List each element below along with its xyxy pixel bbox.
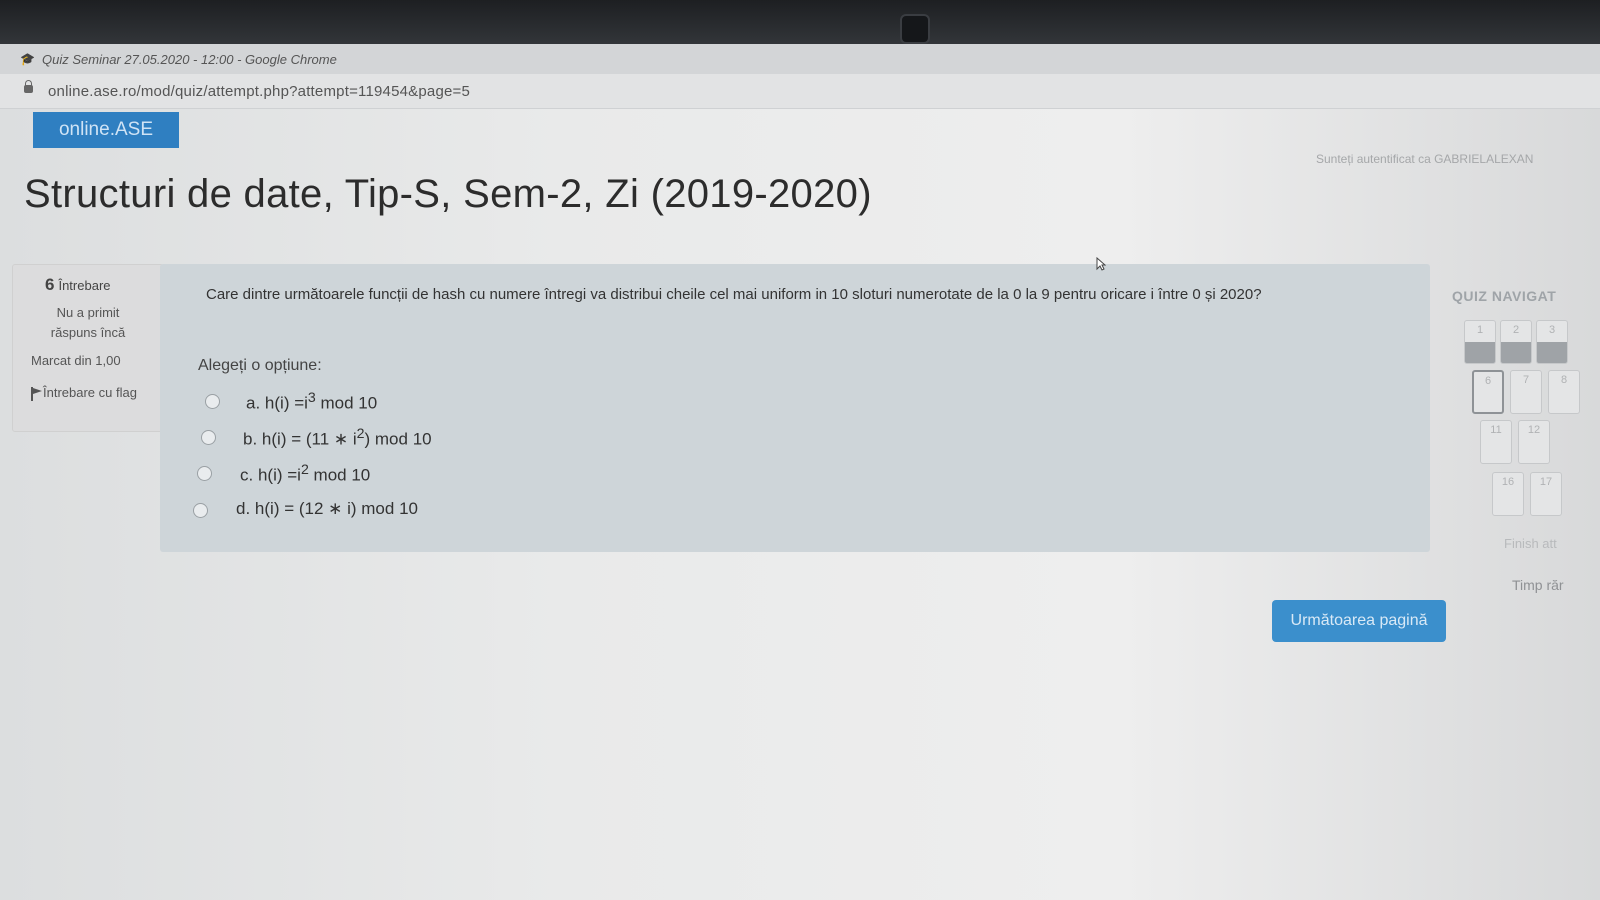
site-logo-button[interactable]: online.ASE (33, 112, 179, 148)
nav-question-2[interactable]: 2 (1500, 320, 1532, 364)
time-remaining-label: Timp răr (1512, 577, 1564, 593)
nav-question-8[interactable]: 8 (1548, 370, 1580, 414)
next-page-button[interactable]: Următoarea pagină (1272, 600, 1446, 642)
option-formula: h(i) =i (264, 393, 308, 413)
question-text: Care dintre următoarele funcții de hash … (206, 286, 1262, 303)
choose-option-prompt: Alegeți o opțiune: (198, 357, 322, 374)
option-formula: h(i) = (12 ∗ i) mod 10 (254, 499, 418, 518)
option-formula-tail: ) mod 10 (364, 429, 432, 449)
finish-attempt-link[interactable]: Finish att (1504, 536, 1557, 551)
flag-question-link[interactable]: Întrebare cu flag (25, 383, 155, 403)
quiz-navigation-title: QUIZ NAVIGAT (1452, 288, 1557, 304)
laptop-bezel (0, 0, 1600, 48)
moodle-hat-icon: 🎓 (20, 52, 35, 66)
nav-question-7[interactable]: 7 (1510, 370, 1542, 414)
option-a-radio[interactable] (205, 394, 220, 409)
url-text[interactable]: online.ase.ro/mod/quiz/attempt.php?attem… (48, 83, 470, 100)
option-formula: h(i) = (11 ∗ i (261, 429, 357, 449)
question-number-value: 6 (45, 275, 55, 294)
option-letter: a. (246, 393, 261, 413)
option-c-label[interactable]: c. h(i) =i2 mod 10 (240, 462, 370, 486)
browser-title-bar: 🎓 Quiz Seminar 27.05.2020 - 12:00 - Goog… (0, 44, 1600, 75)
question-box: Care dintre următoarele funcții de hash … (160, 264, 1430, 552)
question-info-panel: 6 Întrebare Nu a primit răspuns încă Marc… (12, 264, 164, 432)
option-exponent: 2 (300, 462, 309, 478)
mouse-cursor-icon (1096, 257, 1106, 271)
nav-question-17[interactable]: 17 (1530, 472, 1562, 516)
webcam (900, 14, 930, 44)
option-letter: d. (236, 499, 251, 518)
nav-question-12[interactable]: 12 (1518, 420, 1550, 464)
screen: 🎓 Quiz Seminar 27.05.2020 - 12:00 - Goog… (0, 44, 1600, 900)
option-exponent: 3 (307, 390, 316, 406)
option-exponent: 2 (356, 426, 365, 442)
option-c-radio[interactable] (197, 466, 212, 481)
option-formula-tail: mod 10 (315, 393, 378, 413)
logged-in-text: Sunteți autentificat ca GABRIELALEXAN (1316, 152, 1534, 166)
address-bar[interactable]: online.ase.ro/mod/quiz/attempt.php?attem… (0, 74, 1600, 109)
nav-question-16[interactable]: 16 (1492, 472, 1524, 516)
question-number: 6 Întrebare (45, 275, 111, 295)
question-state: Nu a primit răspuns încă (50, 305, 126, 340)
option-a-label[interactable]: a. h(i) =i3 mod 10 (246, 390, 377, 414)
option-formula-tail: mod 10 (308, 465, 371, 485)
lock-icon (24, 80, 33, 93)
question-grade: Marcat din 1,00 (31, 353, 121, 368)
option-b-label[interactable]: b. h(i) = (11 ∗ i2) mod 10 (243, 426, 432, 450)
option-b-radio[interactable] (201, 430, 216, 445)
nav-question-11[interactable]: 11 (1480, 420, 1512, 464)
option-letter: b. (243, 429, 258, 449)
option-letter: c. (240, 465, 254, 485)
option-d-radio[interactable] (193, 503, 208, 518)
nav-question-3[interactable]: 3 (1536, 320, 1568, 364)
question-number-label: Întrebare (58, 278, 111, 293)
option-d-label[interactable]: d. h(i) = (12 ∗ i) mod 10 (236, 499, 418, 519)
window-title: Quiz Seminar 27.05.2020 - 12:00 - Google… (42, 52, 337, 67)
page-title: Structuri de date, Tip-S, Sem-2, Zi (201… (24, 172, 872, 216)
nav-question-6[interactable]: 6 (1472, 370, 1504, 414)
option-formula: h(i) =i (257, 465, 301, 485)
nav-question-1[interactable]: 1 (1464, 320, 1496, 364)
